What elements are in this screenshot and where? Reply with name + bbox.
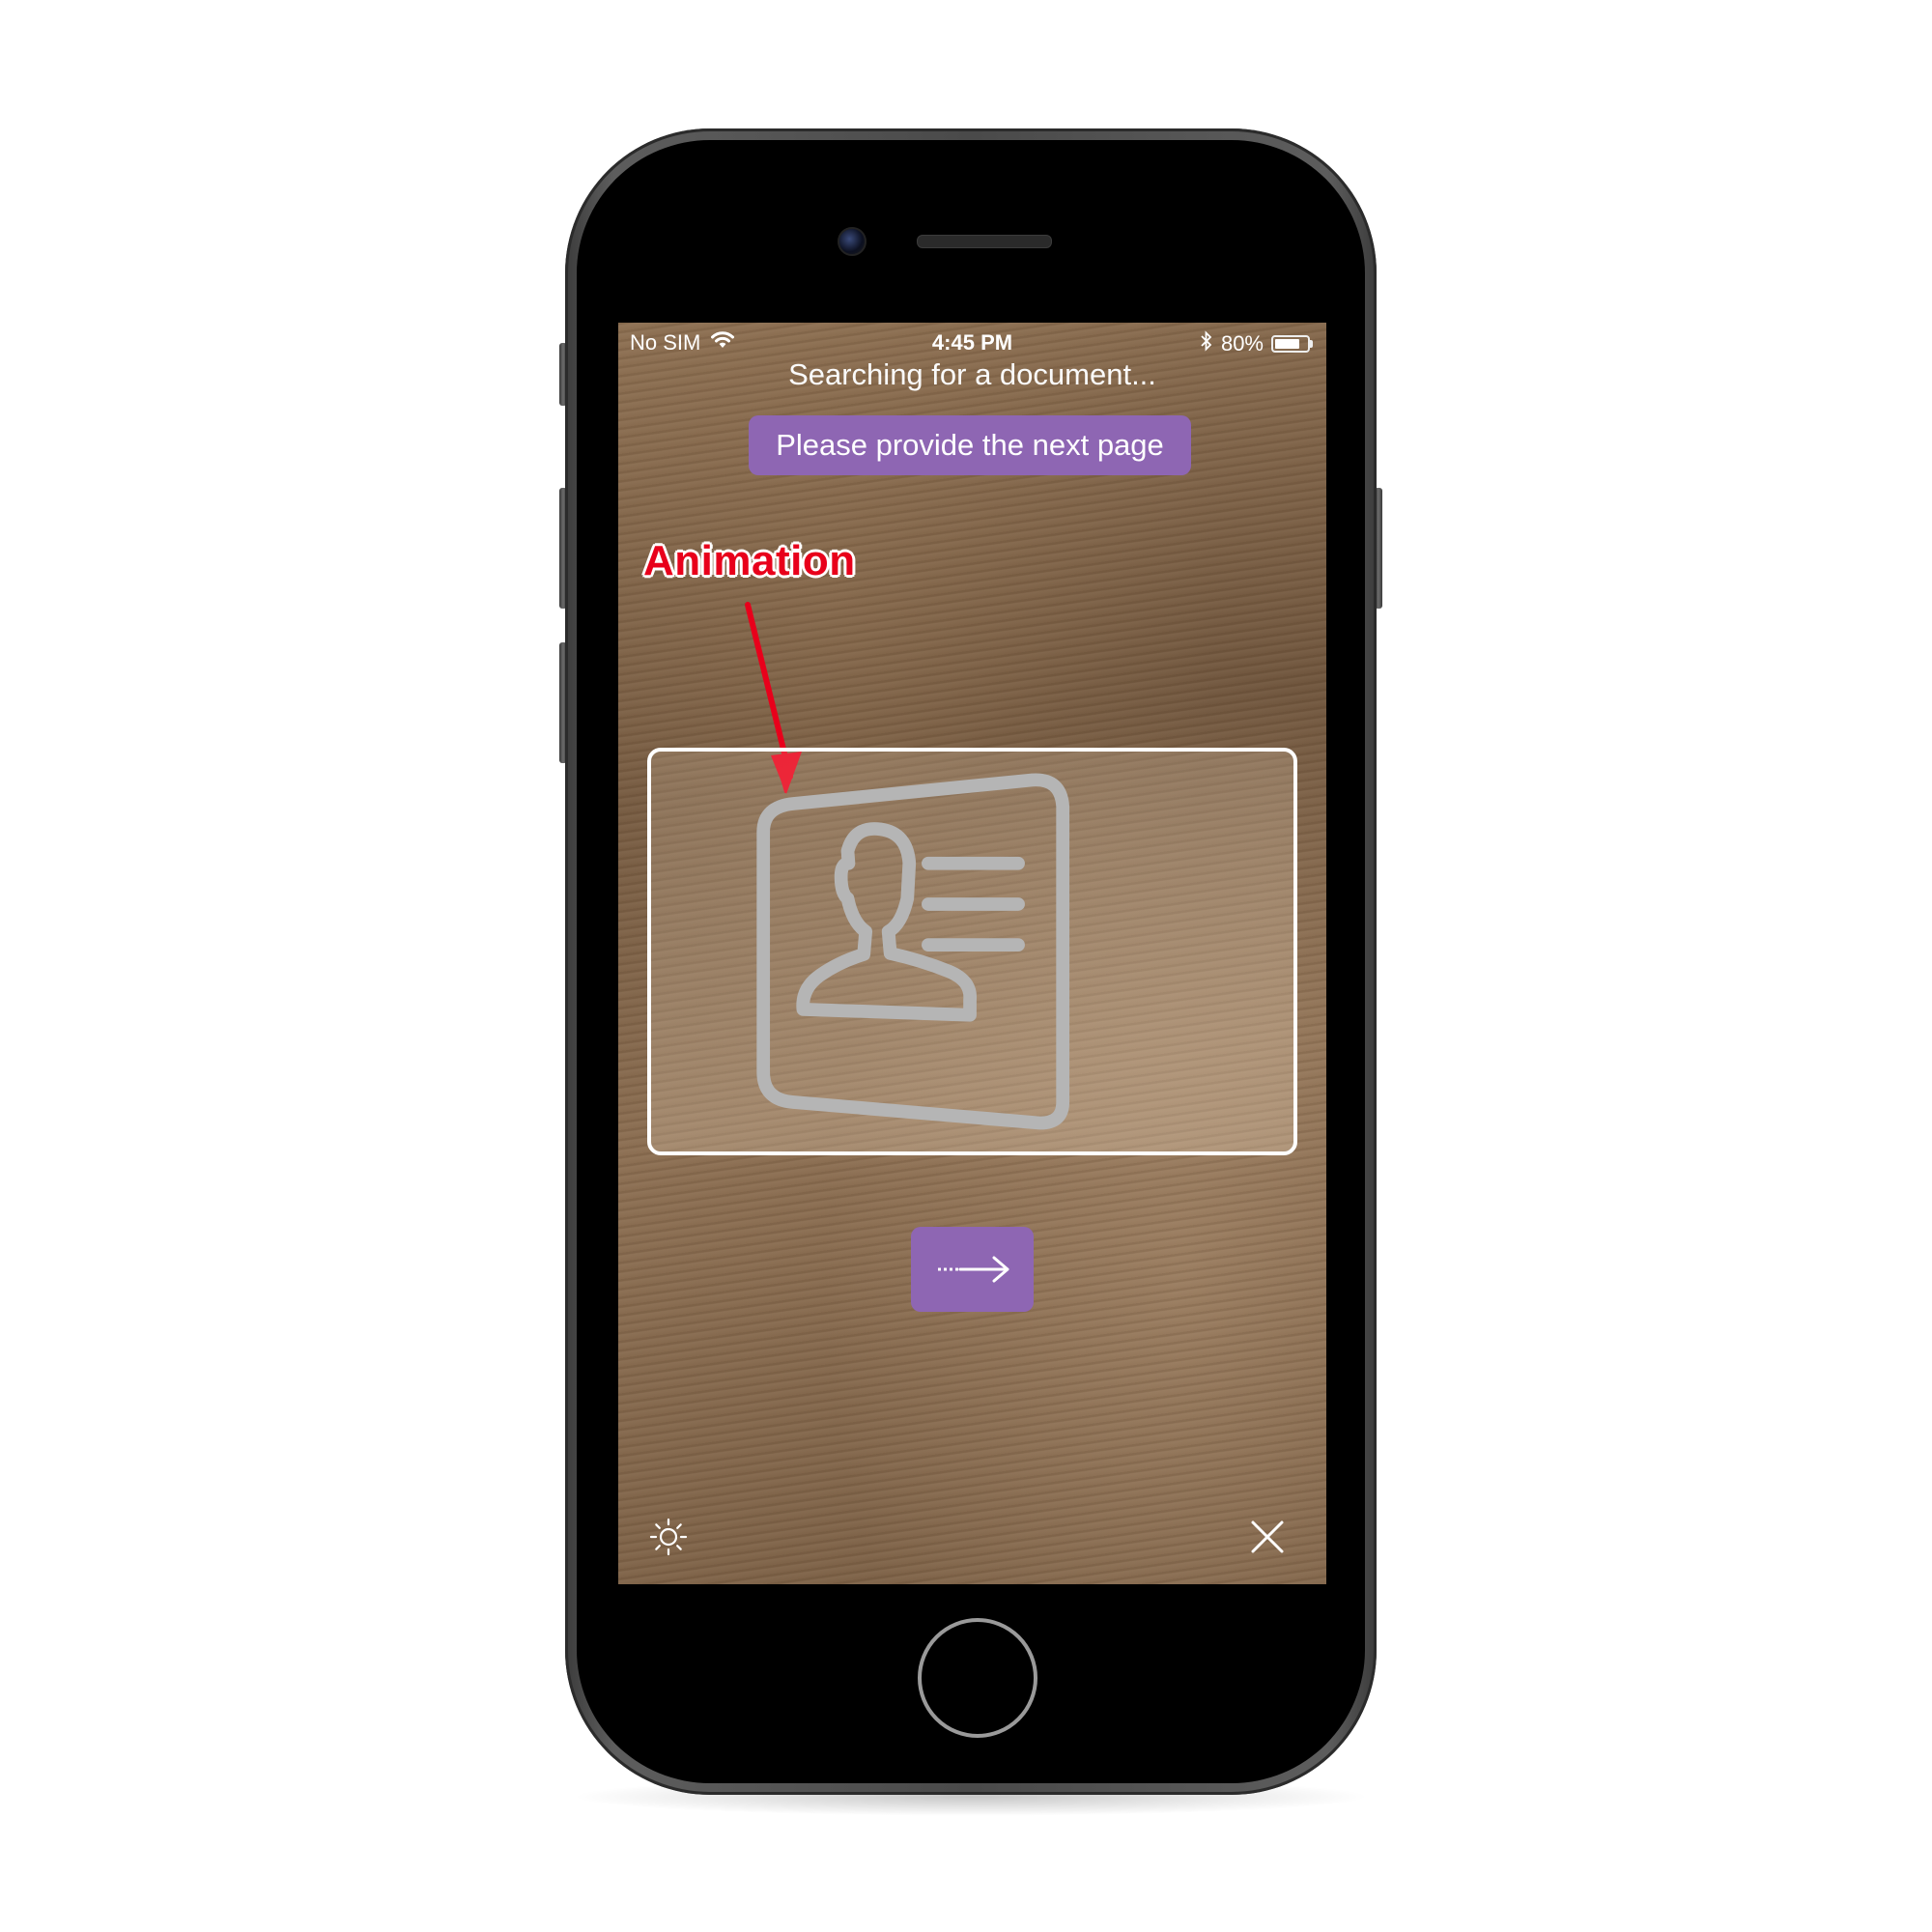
annotation-label: Animation: [643, 537, 856, 584]
next-page-prompt: Please provide the next page: [749, 415, 1191, 475]
scan-status-heading: Searching for a document...: [788, 357, 1156, 391]
close-icon[interactable]: [1250, 1520, 1285, 1554]
scanner-screen: No SIM 4:45 PM 80% Searching for a docum…: [618, 323, 1326, 1584]
sun-icon[interactable]: [647, 1516, 690, 1558]
id-card-icon: [756, 773, 1070, 1130]
next-page-button[interactable]: [911, 1227, 1034, 1312]
front-camera: [838, 227, 867, 256]
earpiece-speaker: [917, 235, 1052, 248]
dotted-arrow-right-icon: [937, 1256, 1009, 1283]
document-capture-frame: [647, 748, 1297, 1155]
battery-percent: 80%: [1220, 331, 1264, 355]
battery-icon: [1271, 335, 1313, 353]
bluetooth-icon: [1200, 330, 1213, 357]
home-button[interactable]: [918, 1618, 1037, 1738]
